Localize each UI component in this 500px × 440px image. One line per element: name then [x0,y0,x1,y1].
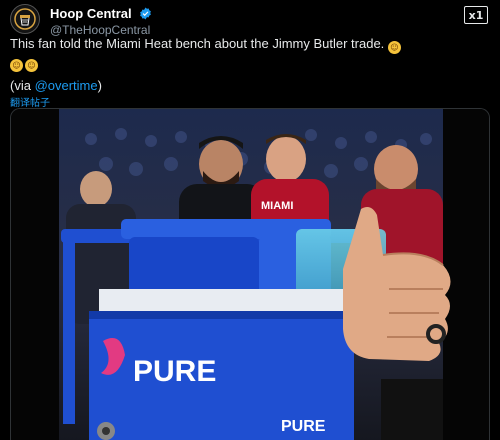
tweet-body: This fan told the Miami Heat bench about… [10,36,385,51]
avatar[interactable] [10,4,40,34]
grok-icon[interactable]: x1 [464,6,488,24]
account-names: Hoop Central @TheHoopCentral [50,5,152,38]
grok-label: x1 [468,8,484,22]
translate-post-link[interactable]: 翻译帖子 [10,94,50,109]
via-suffix: ) [97,78,102,93]
verified-badge-icon [140,7,151,20]
cooler-brand-small-text: PURE [281,418,326,435]
display-name[interactable]: Hoop Central [50,6,132,21]
laughing-face-emoji: ☺ [387,41,401,54]
via-line: (via @overtime) [10,78,102,93]
laughing-face-emoji: ☺ [10,59,23,72]
tweet-text: This fan told the Miami Heat bench about… [10,36,488,72]
video-frame: MIAMI PURE PURE [11,109,489,440]
video-media[interactable]: MIAMI PURE PURE [10,108,490,440]
hoop-central-logo-icon [12,6,38,32]
via-mention-link[interactable]: @overtime [35,78,98,93]
jersey-text: MIAMI [261,200,293,212]
cooler-brand-text: PURE [133,355,216,388]
via-prefix: (via [10,78,35,93]
laughing-face-emoji: ☺ [25,59,38,72]
tweet-header: Hoop Central @TheHoopCentral x1 [10,4,490,37]
